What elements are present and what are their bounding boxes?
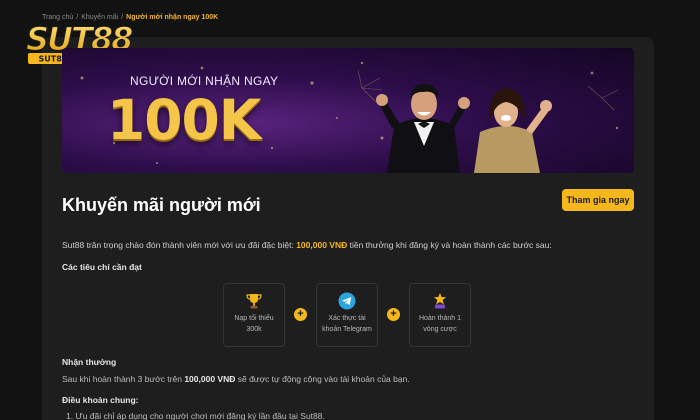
page: Trang chủ / Khuyến mãi / Người mới nhận ngay… xyxy=(0,0,700,420)
telegram-icon xyxy=(338,292,356,310)
criteria-title: Các tiêu chí cần đạt xyxy=(62,262,142,272)
intro-text-after: tiền thưởng khi đăng ký và hoàn thành cá… xyxy=(347,240,552,250)
step-card-bet: Hoàn thành 1 vòng cược xyxy=(409,283,471,347)
page-title: Khuyến mãi người mới xyxy=(62,195,261,215)
prize-icon xyxy=(434,293,446,309)
step-card-telegram: Xác thực tài khoản Telegram xyxy=(316,283,378,347)
reward-title: Nhận thưởng xyxy=(62,357,117,367)
promo-intro: Sut88 trân trọng chào đón thành viên mới… xyxy=(62,240,552,250)
step-label: Nạp tối thiểu 300k xyxy=(234,315,274,333)
step-card-deposit: Nạp tối thiểu 300k xyxy=(223,283,285,347)
reward-text-after: sẽ được tự động cộng vào tài khoản của b… xyxy=(235,374,410,384)
terms-item: 1. Ưu đãi chỉ áp dụng cho người chơi mới… xyxy=(66,411,325,420)
join-now-button[interactable]: Tham gia ngay xyxy=(562,189,634,211)
step-label: Hoàn thành 1 vòng cược xyxy=(418,315,462,333)
step-label: Xác thực tài khoản Telegram xyxy=(322,315,372,333)
intro-text-before: Sut88 trân trọng chào đón thành viên mới… xyxy=(62,240,297,250)
reward-amount: 100,000 VNĐ xyxy=(184,374,236,384)
promo-banner: NGƯỜI MỚI NHẬN NGAY 100K xyxy=(62,48,634,173)
banner-amount: 100K xyxy=(107,88,261,152)
plus-icon: + xyxy=(387,308,400,321)
plus-icon: + xyxy=(294,308,307,321)
reward-text-before: Sau khi hoàn thành 3 bước trên xyxy=(62,374,185,384)
intro-highlight-amount: 100,000 VNĐ xyxy=(296,240,348,250)
man-figure xyxy=(376,84,470,173)
reward-text: Sau khi hoàn thành 3 bước trên 100,000 V… xyxy=(62,374,410,384)
woman-figure xyxy=(474,88,552,173)
banner-subtitle: NGƯỜI MỚI NHẬN NGAY xyxy=(130,74,279,88)
trophy-icon xyxy=(246,294,262,309)
terms-title: Điều khoản chung: xyxy=(62,395,139,405)
